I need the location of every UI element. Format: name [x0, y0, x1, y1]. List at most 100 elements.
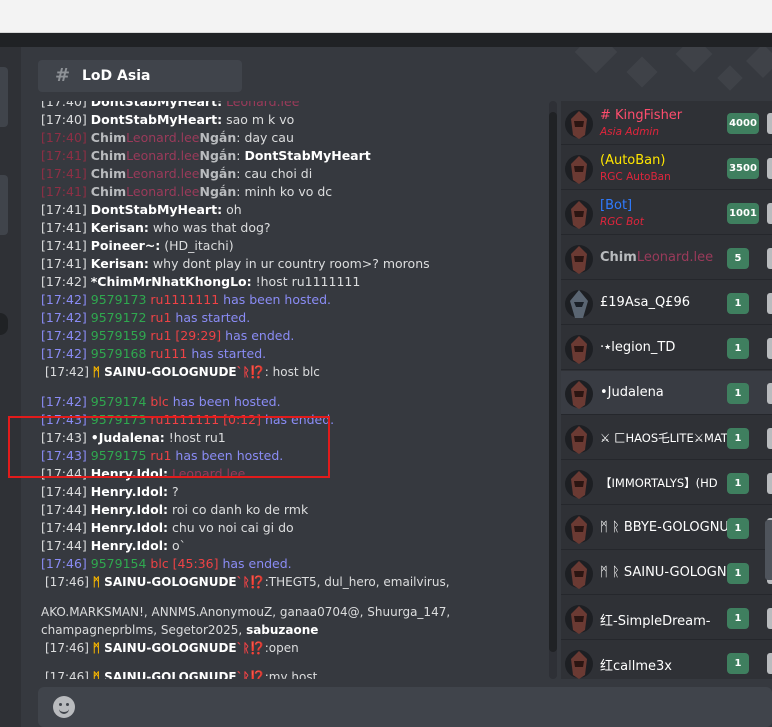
- message-line: [17:46] ᛗ SAINU-GOLOGNUDE`ᚱ⁉️:THEGT5, du…: [45, 575, 450, 589]
- rail-tab-top[interactable]: [0, 67, 8, 127]
- member-role: Asia Admin: [600, 126, 659, 138]
- member-item[interactable]: ᛗ ᚱ BBYE-GOLOGNU 1: [561, 506, 772, 550]
- message-line: [17:44] Henry.Idol: roi co danh ko de rm…: [41, 502, 309, 517]
- member-item[interactable]: (AutoBan) RGC AutoBan 3500: [561, 146, 772, 190]
- warrior-avatar-icon: [565, 470, 593, 499]
- message-line: [17:41] ChimLeonard.leeNgắn: minh ko vo …: [41, 184, 333, 199]
- member-name: 【IMMORTALYS】(HD: [600, 476, 718, 490]
- member-item[interactable]: # KingFisher Asia Admin 4000: [561, 101, 772, 145]
- member-item[interactable]: ᛗ ᚱ SAINU-GOLOGNU 1: [561, 551, 772, 595]
- header-decoration: [675, 47, 713, 73]
- member-name: ·٭legion_TD: [600, 340, 676, 355]
- member-count-badge: 4000: [727, 113, 759, 134]
- warrior-avatar-icon: [565, 515, 593, 544]
- title-bar: [0, 0, 772, 33]
- badge-edge: [767, 113, 772, 134]
- member-count-badge: 1: [727, 653, 749, 674]
- member-name: ᛗ ᚱ BBYE-GOLOGNU: [600, 520, 729, 535]
- member-name: •Judalena: [600, 385, 664, 400]
- message-line: champagneprblms, Segetor2025, sabuzaone: [41, 623, 319, 637]
- header-decoration: [626, 56, 658, 88]
- member-count-badge: 3500: [727, 158, 759, 179]
- member-item[interactable]: ChimLeonard.lee 5: [561, 236, 772, 280]
- member-item-selected[interactable]: •Judalena 1: [561, 371, 772, 415]
- member-item[interactable]: ⚔ 匚HAOS乇LITE⚔MAT 1: [561, 416, 772, 460]
- channel-name: LoD Asia: [82, 68, 151, 84]
- member-count-badge: 1: [727, 338, 749, 359]
- member-role: RGC AutoBan: [600, 171, 671, 183]
- warrior-avatar-icon: [565, 110, 593, 139]
- member-count-badge: 1: [727, 473, 749, 494]
- host-notice: [17:42] 9579172 ru1 has started.: [41, 310, 251, 325]
- message-line: [17:41] ChimLeonard.leeNgắn: DontStabMyH…: [41, 148, 371, 163]
- rail-tab-mid[interactable]: [0, 175, 8, 235]
- member-name: ⚔ 匚HAOS乇LITE⚔MAT: [600, 431, 728, 445]
- channel-tab[interactable]: # LoD Asia: [38, 60, 242, 92]
- badge-edge: [767, 293, 772, 314]
- member-name: # KingFisher: [600, 108, 683, 123]
- member-item[interactable]: 【IMMORTALYS】(HD 1: [561, 461, 772, 505]
- message-line: [17:44] Henry.Idol: o`: [41, 538, 186, 553]
- member-name: 红callme3x: [600, 659, 672, 674]
- host-notice: [17:42] 9579174 blc has been hosted.: [41, 394, 281, 409]
- member-count-badge: 1: [727, 383, 749, 404]
- badge-edge: [767, 653, 772, 674]
- header-decoration: [746, 47, 772, 78]
- message-line: [17:41] Kerisan: who was that dog?: [41, 220, 271, 235]
- member-scroll-handle[interactable]: [765, 520, 772, 580]
- member-name: (AutoBan): [600, 153, 666, 168]
- rail-indicator[interactable]: [0, 313, 8, 335]
- composer-bar: [21, 679, 772, 727]
- member-item[interactable]: [Bot] RGC Bot 1001: [561, 191, 772, 235]
- member-name: 红-SimpleDream-: [600, 614, 711, 629]
- message-line: [17:46] ᛗ SAINU-GOLOGNUDE`ᚱ⁉️:open: [45, 641, 299, 655]
- message-line: [17:41] Kerisan: why dont play in ur cou…: [41, 256, 430, 271]
- host-notice: [17:42] 9579168 ru111 has started.: [41, 346, 267, 361]
- member-list: # KingFisher Asia Admin 4000 (AutoBan) R…: [561, 101, 772, 679]
- warrior-avatar-icon: [565, 200, 593, 229]
- member-item[interactable]: 红-SimpleDream- 1: [561, 596, 772, 640]
- member-name: ᛗ ᚱ SAINU-GOLOGNU: [600, 565, 737, 580]
- message-line: [17:40] DontStabMyHeart: Leonard.lee: [41, 101, 300, 109]
- message-line: [17:42] *ChimMrNhatKhongLo: !host ru1111…: [41, 274, 361, 289]
- warrior-avatar-icon: [565, 425, 593, 454]
- message-scrollbar[interactable]: [549, 112, 557, 652]
- header-decoration: [717, 65, 743, 91]
- warrior-avatar-icon: [565, 560, 593, 589]
- member-count-badge: 1001: [727, 203, 759, 224]
- message-line: [17:41] Poineer~: (HD_itachi): [41, 238, 234, 253]
- message-line: AKO.MARKSMAN!, ANNMS.AnonymouZ, ganaa070…: [41, 605, 451, 619]
- channel-header: # LoD Asia: [21, 47, 772, 101]
- knight-avatar-icon: [565, 290, 593, 318]
- badge-edge: [767, 338, 772, 359]
- member-item[interactable]: ·٭legion_TD 1: [561, 326, 772, 370]
- emoji-icon[interactable]: [53, 696, 75, 718]
- warrior-avatar-icon: [565, 605, 593, 634]
- highlight-box: [8, 416, 330, 478]
- message-line: [17:40] ChimLeonard.leeNgắn: day cau: [41, 130, 294, 145]
- message-line: [17:41] DontStabMyHeart: oh: [41, 202, 242, 217]
- member-name: £19Asa_Q£96: [600, 295, 690, 310]
- host-notice: [17:42] 9579159 ru1 [29:29] has ended.: [41, 328, 295, 343]
- member-count-badge: 1: [727, 608, 749, 629]
- member-name: [Bot]: [600, 198, 633, 213]
- header-decoration: [574, 47, 618, 74]
- member-count-badge: 5: [727, 248, 749, 269]
- host-notice: [17:42] 9579173 ru1111111 has been hoste…: [41, 292, 332, 307]
- hash-icon: #: [55, 65, 71, 86]
- badge-edge: [767, 383, 772, 404]
- badge-edge: [767, 248, 772, 269]
- warrior-avatar-icon: [565, 650, 593, 679]
- message-line: [17:44] Henry.Idol: ?: [41, 484, 179, 499]
- message-line: [17:41] ChimLeonard.leeNgắn: cau choi di: [41, 166, 313, 181]
- badge-edge: [767, 428, 772, 449]
- member-item[interactable]: 红callme3x 1: [561, 641, 772, 679]
- badge-edge: [767, 473, 772, 494]
- message-line: [17:46] ᛗ SAINU-GOLOGNUDE`ᚱ⁉️:my host: [45, 670, 318, 679]
- member-item[interactable]: £19Asa_Q£96 1: [561, 281, 772, 325]
- badge-edge: [767, 608, 772, 629]
- message-line: [17:42] ᛗ SAINU-GOLOGNUDE`ᚱ⁉️: host blc: [45, 365, 320, 379]
- message-input[interactable]: [38, 687, 772, 727]
- member-count-badge: 1: [727, 563, 749, 584]
- top-band: [0, 33, 772, 47]
